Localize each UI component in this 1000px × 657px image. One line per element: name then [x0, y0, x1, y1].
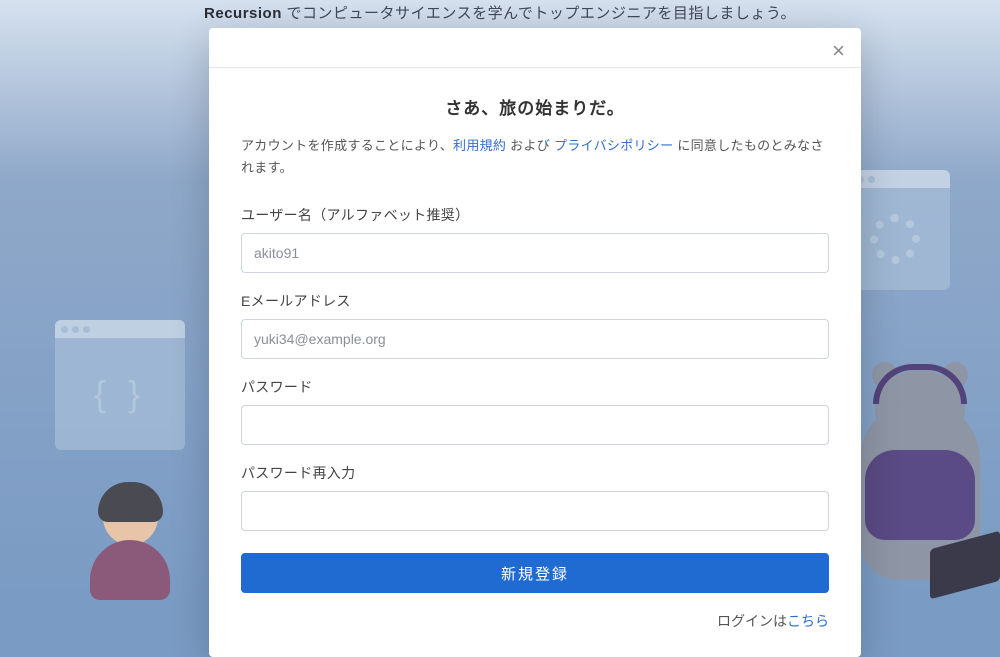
bg-code-window: { } — [55, 320, 185, 450]
modal-header — [209, 28, 861, 68]
agreement-text: アカウントを作成することにより、利用規約 および プライバシポリシー に同意した… — [241, 135, 829, 179]
username-label: ユーザー名（アルファベット推奨） — [241, 205, 829, 225]
login-prompt: ログインはこちら — [241, 611, 829, 631]
tagline-text: でコンピュータサイエンスを学んでトップエンジニアを目指しましょう。 — [282, 5, 796, 22]
signup-button[interactable]: 新規登録 — [241, 553, 829, 593]
close-button[interactable]: × — [832, 40, 845, 62]
password-label: パスワード — [241, 377, 829, 397]
username-input[interactable] — [241, 233, 829, 273]
gear-icon — [870, 214, 920, 264]
privacy-link[interactable]: プライバシポリシー — [554, 138, 673, 153]
signup-modal: × さあ、旅の始まりだ。 アカウントを作成することにより、利用規約 および プラ… — [209, 28, 861, 657]
modal-title: さあ、旅の始まりだ。 — [241, 94, 829, 119]
brand-name: Recursion — [204, 5, 282, 22]
bg-person-character — [70, 490, 190, 600]
bg-bear-character — [850, 370, 990, 590]
password-confirm-label: パスワード再入力 — [241, 463, 829, 483]
terms-link[interactable]: 利用規約 — [453, 138, 506, 153]
page-tagline: Recursion でコンピュータサイエンスを学んでトップエンジニアを目指しまし… — [0, 0, 1000, 23]
password-confirm-input[interactable] — [241, 491, 829, 531]
email-label: Eメールアドレス — [241, 291, 829, 311]
password-input[interactable] — [241, 405, 829, 445]
email-input[interactable] — [241, 319, 829, 359]
login-link[interactable]: こちら — [787, 613, 829, 629]
